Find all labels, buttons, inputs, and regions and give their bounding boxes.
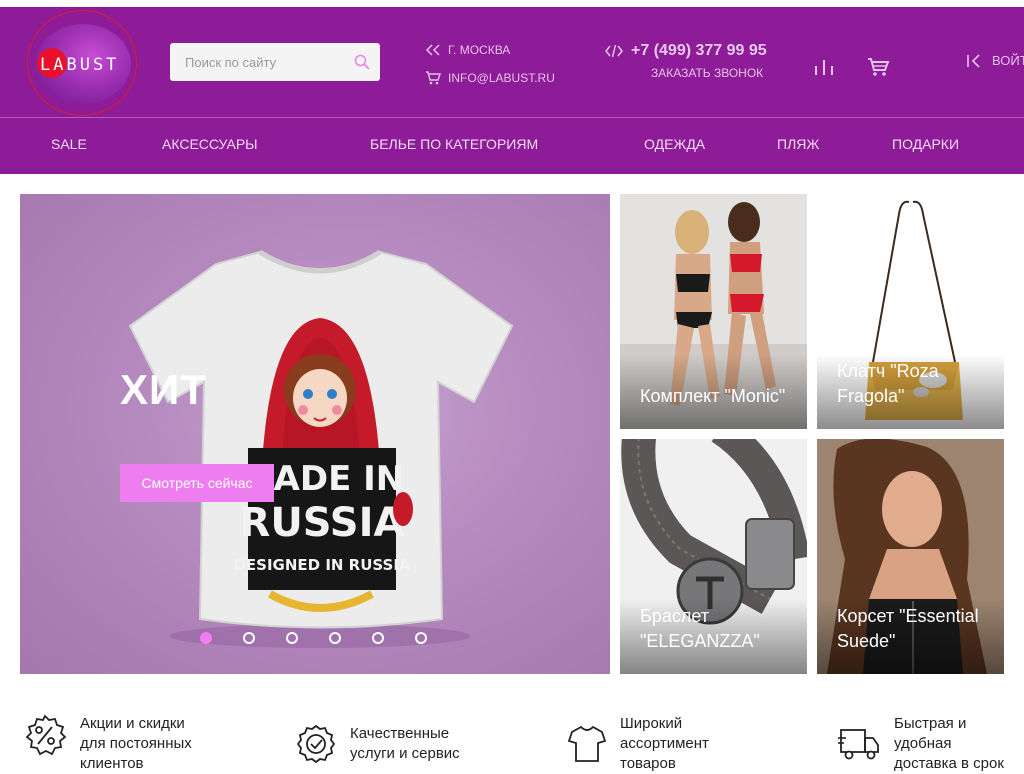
watch-now-button[interactable]: Смотреть сейчас <box>120 464 274 502</box>
tile-caption: Комплект "Monic" <box>640 386 786 406</box>
slider-dot-2[interactable] <box>243 632 255 644</box>
phone-number-row: +7 (499) 377 99 95 <box>605 42 767 60</box>
nav-item-accessories[interactable]: Аксессуары <box>162 136 258 152</box>
site-header: LABUST г. Москва <box>0 7 1024 174</box>
slider-dot-3[interactable] <box>286 632 298 644</box>
nav-item-gifts[interactable]: Подарки <box>892 136 959 152</box>
cart-icon[interactable] <box>866 57 890 77</box>
header-top: LABUST г. Москва <box>0 7 1024 117</box>
login-label: Войти <box>992 53 1024 68</box>
city-label: г. Москва <box>448 43 511 57</box>
feature-quality: Качественные услуги и сервис <box>296 724 470 768</box>
phone-number[interactable]: +7 (499) 377 99 95 <box>631 42 767 60</box>
product-tile-monic[interactable]: Комплект "Monic" <box>620 194 807 429</box>
slider-dot-5[interactable] <box>372 632 384 644</box>
login-link[interactable]: Войти <box>966 53 1024 68</box>
slider-dot-6[interactable] <box>415 632 427 644</box>
feature-assortment-text: Широкий ассортимент товаров <box>620 715 709 772</box>
feature-delivery: Быстрая и удобная доставка в срок <box>838 714 1012 774</box>
product-tile-essential-suede[interactable]: Корсет "Essential Suede" <box>817 439 1004 674</box>
tile-caption: Корсет "Essential Suede" <box>837 606 979 651</box>
hero-title: ХИТ <box>120 366 207 413</box>
tshirt-image: MADE IN RUSSIA DESIGNED IN RUSSIA <box>128 249 514 648</box>
hero-slider[interactable]: MADE IN RUSSIA DESIGNED IN RUSSIA ХИТ См… <box>20 194 610 674</box>
main-nav: SALE Аксессуары Белье по категориям Одеж… <box>0 118 1024 174</box>
feature-assortment: Широкий ассортимент товаров <box>568 714 730 774</box>
feature-discounts-text: Акции и скидки для постоянных клиентов <box>80 715 192 772</box>
city-row: г. Москва <box>425 40 555 60</box>
nav-item-clothing[interactable]: Одежда <box>644 136 705 152</box>
phone-block: +7 (499) 377 99 95 Заказать звонок <box>605 42 767 80</box>
location-arrows-icon <box>425 44 440 56</box>
feature-quality-text: Качественные услуги и сервис <box>350 725 460 762</box>
contact-info: г. Москва info@labust.ru <box>425 40 555 96</box>
product-tile-eleganzza[interactable]: Браслет "ELEGANZZA" <box>620 439 807 674</box>
nav-item-sale[interactable]: SALE <box>51 136 87 152</box>
nav-item-lingerie[interactable]: Белье по категориям <box>370 136 538 152</box>
email-link[interactable]: info@labust.ru <box>448 71 555 85</box>
cart-small-icon <box>426 71 441 85</box>
nav-item-beach[interactable]: Пляж <box>777 136 819 152</box>
discount-percent-icon <box>25 714 66 756</box>
product-tile-roza-fragola[interactable]: Клатч "Roza Fragola" <box>817 194 1004 429</box>
email-row: info@labust.ru <box>425 68 555 88</box>
slider-dot-1[interactable] <box>200 632 212 644</box>
compare-icon[interactable] <box>812 57 836 77</box>
login-icon <box>967 53 980 68</box>
shirt-print-line2: RUSSIA <box>240 500 405 546</box>
code-brackets-icon <box>605 44 623 58</box>
site-logo[interactable]: LABUST <box>27 10 137 116</box>
features-strip: Акции и скидки для постоянных клиентов К… <box>0 700 1024 772</box>
tile-caption: Браслет "ELEGANZZA" <box>640 606 760 651</box>
shirt-print-line3: DESIGNED IN RUSSIA <box>233 556 410 574</box>
search-input[interactable] <box>170 43 348 81</box>
tile-caption: Клатч "Roza Fragola" <box>837 361 939 406</box>
search-box <box>170 43 380 81</box>
delivery-truck-icon <box>838 729 879 760</box>
logo-wordmark: LABUST <box>40 55 120 75</box>
callback-link[interactable]: Заказать звонок <box>651 66 767 80</box>
slider-dot-4[interactable] <box>329 632 341 644</box>
tshirt-icon <box>568 725 606 762</box>
quality-badge-icon <box>296 724 336 764</box>
search-icon[interactable] <box>354 54 370 70</box>
top-strip <box>0 0 1024 7</box>
feature-discounts: Акции и скидки для постоянных клиентов <box>24 714 205 774</box>
slider-dots <box>200 632 458 644</box>
feature-delivery-text: Быстрая и удобная доставка в срок <box>894 715 1004 772</box>
